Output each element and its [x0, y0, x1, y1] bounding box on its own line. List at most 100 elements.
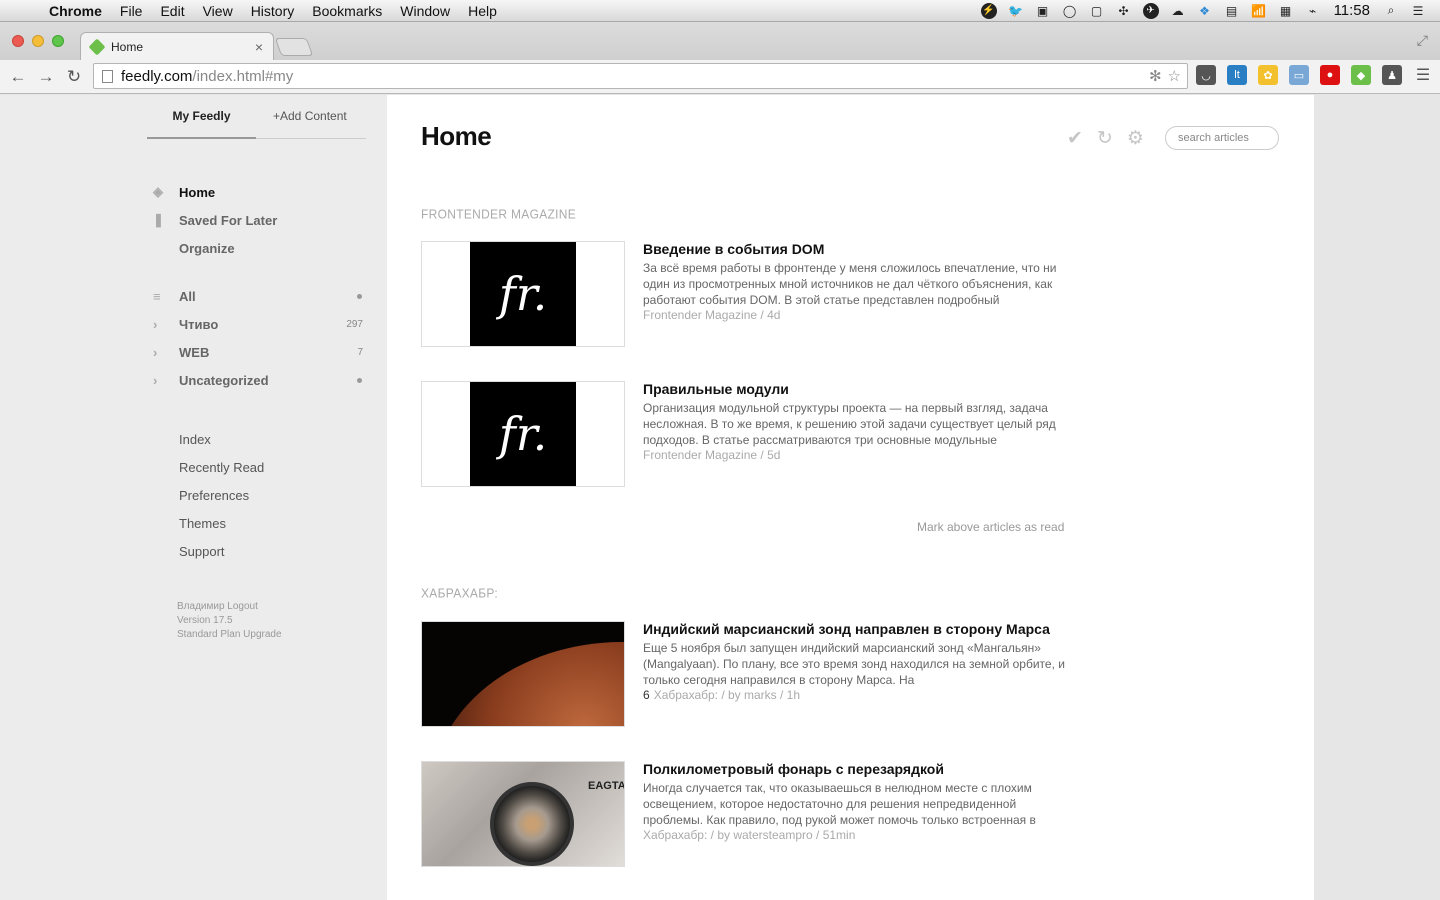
article-summary: Еще 5 ноября был запущен индийский марси…: [643, 641, 1065, 687]
bookmark-star-icon[interactable]: ☆: [1168, 67, 1181, 85]
sidebar-link-support[interactable]: Support: [179, 544, 225, 559]
spotlight-search-icon[interactable]: ⌕: [1383, 3, 1399, 19]
sidebar-item-organize[interactable]: Organize: [150, 238, 366, 258]
evernote-extension-icon[interactable]: ♟: [1382, 65, 1402, 85]
article-meta: Хабрахабр: / by marks / 1h: [653, 688, 801, 702]
sidebar: My Feedly +Add Content ◈ Home ❚ Saved Fo…: [0, 95, 387, 900]
new-tab-button[interactable]: [274, 38, 314, 56]
menu-window[interactable]: Window: [391, 3, 459, 19]
address-bar[interactable]: feedly.com/index.html#my ✻ ☆: [93, 63, 1188, 89]
feedly-extension-icon[interactable]: ◆: [1351, 65, 1371, 85]
pinwheel-icon[interactable]: ✣: [1116, 3, 1132, 19]
activity-icon[interactable]: ⌁: [1305, 3, 1321, 19]
section-title-habrahabr[interactable]: ХАБРАХАБР:: [421, 585, 498, 600]
pocket-extension-icon[interactable]: ◡: [1196, 65, 1216, 85]
article-card[interactable]: Индийский марсианский зонд направлен в с…: [421, 621, 1081, 727]
article-title[interactable]: Индийский марсианский зонд направлен в с…: [643, 621, 1050, 637]
article-title[interactable]: Полкилометровый фонарь с перезарядкой: [643, 761, 944, 777]
sidebar-category-all[interactable]: ≡ All: [150, 286, 366, 306]
settings-gear-icon[interactable]: ✻: [1149, 67, 1162, 85]
browser-toolbar: ← → ↻ feedly.com/index.html#my ✻ ☆ ◡ lt …: [0, 60, 1440, 94]
menu-bookmarks[interactable]: Bookmarks: [303, 3, 391, 19]
reload-icon[interactable]: ↻: [60, 67, 88, 87]
menu-bar: Chrome File Edit View History Bookmarks …: [0, 0, 1440, 22]
menu-help[interactable]: Help: [459, 3, 506, 19]
flower-extension-icon[interactable]: ✿: [1258, 65, 1278, 85]
window-extension-icon[interactable]: ▭: [1289, 65, 1309, 85]
article-card[interactable]: fr. Правильные модули Организация модуль…: [421, 381, 1081, 487]
sidebar-item-saved-for-later[interactable]: ❚ Saved For Later: [150, 210, 366, 230]
airplane-icon[interactable]: ✈: [1142, 2, 1159, 19]
bookmark-icon: ❚: [153, 212, 164, 227]
menu-view[interactable]: View: [194, 3, 242, 19]
fullscreen-icon[interactable]: ⤢: [1417, 32, 1428, 49]
clock[interactable]: 11:58: [1334, 2, 1370, 19]
menu-app-name[interactable]: Chrome: [40, 3, 111, 19]
article-thumbnail[interactable]: fr.: [421, 241, 625, 347]
user-logout-link[interactable]: Владимир Logout: [177, 600, 282, 614]
search-input[interactable]: [1165, 126, 1279, 150]
chevron-right-icon[interactable]: ›: [150, 317, 179, 332]
twitter-icon[interactable]: 🐦: [1008, 3, 1024, 19]
article-thumbnail[interactable]: fr.: [421, 381, 625, 487]
page-title: Home: [421, 121, 492, 151]
sidebar-link-preferences[interactable]: Preferences: [179, 488, 249, 503]
flag-icon[interactable]: ▦: [1278, 3, 1294, 19]
menu-history[interactable]: History: [242, 3, 304, 19]
sidebar-category-uncategorized[interactable]: › Uncategorized: [150, 370, 366, 390]
sidebar-item-home[interactable]: ◈ Home: [150, 182, 366, 202]
refresh-icon[interactable]: ↻: [1097, 127, 1113, 150]
sidebar-link-index[interactable]: Index: [179, 432, 211, 447]
flash-icon[interactable]: ⚡: [980, 2, 997, 19]
unread-dot: [357, 377, 362, 383]
article-summary: За всё время работы в фронтенде у меня с…: [643, 261, 1057, 307]
article-meta-row: 6 Хабрахабр: / by marks / 1h: [643, 688, 800, 702]
chevron-right-icon[interactable]: ›: [150, 373, 179, 388]
tab-strip: Home × ⤢: [0, 22, 1440, 60]
dropbox-icon[interactable]: ❖: [1197, 3, 1213, 19]
menu-edit[interactable]: Edit: [151, 3, 193, 19]
tab-add-content[interactable]: +Add Content: [256, 95, 347, 139]
menu-file[interactable]: File: [111, 3, 152, 19]
notification-center-icon[interactable]: ☰: [1410, 3, 1426, 19]
mark-above-read-link[interactable]: Mark above articles as read: [917, 520, 1064, 534]
article-summary: Организация модульной структуры проекта …: [643, 401, 1056, 447]
sidebar-link-themes[interactable]: Themes: [179, 516, 226, 531]
cloud-icon[interactable]: ☁: [1170, 3, 1186, 19]
article-title[interactable]: Правильные модули: [643, 381, 789, 397]
document-icon[interactable]: ▢: [1089, 3, 1105, 19]
chevron-right-icon[interactable]: ›: [150, 345, 179, 360]
window-minimize-button[interactable]: [32, 35, 44, 47]
settings-gear-icon[interactable]: ⚙: [1127, 127, 1144, 150]
sidebar-category-web[interactable]: › WEB 7: [150, 342, 366, 362]
sidebar-link-recently-read[interactable]: Recently Read: [179, 460, 264, 475]
unread-dot: [357, 293, 362, 299]
forward-arrow-icon[interactable]: →: [32, 67, 60, 87]
window-close-button[interactable]: [12, 35, 24, 47]
tab-my-feedly[interactable]: My Feedly: [147, 95, 256, 139]
mark-all-read-check-icon[interactable]: ✔: [1067, 127, 1083, 150]
wifi-icon[interactable]: 📶: [1251, 3, 1267, 19]
tab-home[interactable]: Home ×: [80, 32, 274, 60]
lt-extension-icon[interactable]: lt: [1227, 65, 1247, 85]
sidebar-category-chtivo[interactable]: › Чтиво 297: [150, 314, 366, 334]
article-card[interactable]: Полкилометровый фонарь с перезарядкой Ин…: [421, 761, 1081, 867]
close-tab-icon[interactable]: ×: [255, 39, 263, 55]
top-actions: ✔ ↻ ⚙: [1067, 127, 1144, 150]
window-zoom-button[interactable]: [52, 35, 64, 47]
article-card[interactable]: fr. Введение в события DOM За всё время …: [421, 241, 1081, 347]
chrome-menu-icon[interactable]: ☰: [1413, 65, 1433, 85]
section-title-frontender[interactable]: FRONTENDER MAGAZINE: [421, 206, 576, 221]
article-thumbnail[interactable]: [421, 761, 625, 867]
adblock-extension-icon[interactable]: ●: [1320, 65, 1340, 85]
unread-count: 297: [346, 318, 363, 330]
article-thumbnail[interactable]: [421, 621, 625, 727]
article-title[interactable]: Введение в события DOM: [643, 241, 824, 257]
evernote-icon[interactable]: ▣: [1035, 3, 1051, 19]
back-arrow-icon[interactable]: ←: [4, 67, 32, 87]
sidebar-item-label: Saved For Later: [179, 212, 278, 228]
clipboard-icon[interactable]: ▤: [1224, 3, 1240, 19]
plan-upgrade-link[interactable]: Standard Plan Upgrade: [177, 628, 282, 642]
frontender-logo: fr.: [470, 242, 576, 346]
skype-icon[interactable]: ◯: [1062, 3, 1078, 19]
